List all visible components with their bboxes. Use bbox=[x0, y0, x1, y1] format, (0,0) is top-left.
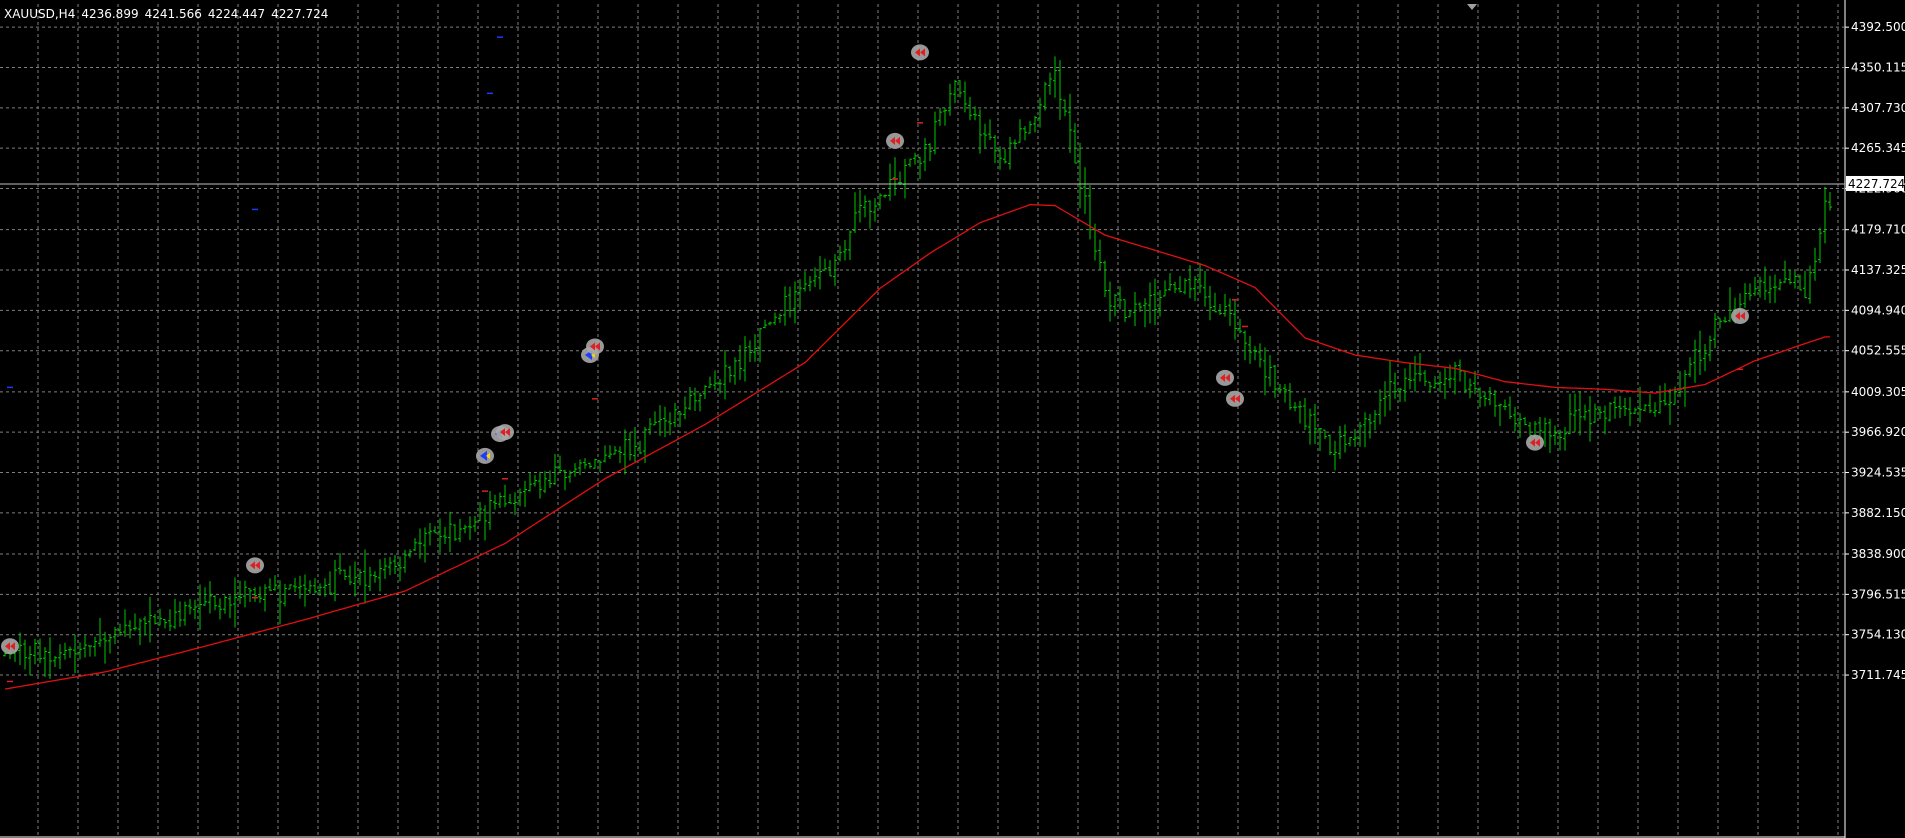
tick-label: 3711.745 bbox=[1851, 668, 1905, 682]
tick-label: 4392.500 bbox=[1851, 20, 1905, 34]
tick-label: 4009.305 bbox=[1851, 385, 1905, 399]
price-chart[interactable]: 4392.5004350.1154307.7304265.3454222.960… bbox=[0, 0, 1905, 838]
open-value: 4236.899 bbox=[81, 7, 139, 21]
tick-label: 3924.535 bbox=[1851, 466, 1905, 480]
symbol-header: XAUUSD,H4 4236.899 4241.566 4224.447 4227.72… bbox=[4, 7, 334, 21]
sell-signal-icon bbox=[246, 557, 264, 574]
tick-label: 3796.515 bbox=[1851, 587, 1905, 601]
tick-label: 4307.730 bbox=[1851, 101, 1905, 115]
tick-label: 4265.345 bbox=[1851, 141, 1905, 155]
sell-signal-icon bbox=[886, 132, 904, 149]
tick-label: 4052.555 bbox=[1851, 344, 1905, 358]
sell-signal-icon bbox=[1731, 308, 1749, 325]
tick-label: 4179.710 bbox=[1851, 223, 1905, 237]
tick-label: 3966.920 bbox=[1851, 425, 1905, 439]
sell-signal-icon bbox=[911, 44, 929, 61]
tick-label: 3838.900 bbox=[1851, 547, 1905, 561]
sell-signal-icon bbox=[586, 338, 604, 355]
chart-background bbox=[0, 0, 1905, 838]
low-value: 4224.447 bbox=[207, 7, 266, 21]
tick-label: 4094.940 bbox=[1851, 303, 1905, 317]
tick-label: 3754.130 bbox=[1851, 628, 1905, 642]
tick-label: 4137.325 bbox=[1851, 263, 1905, 277]
sell-signal-icon bbox=[496, 424, 514, 441]
sell-signal-icon bbox=[1, 638, 19, 655]
sell-signal-icon bbox=[1216, 369, 1234, 386]
sell-signal-icon bbox=[1526, 434, 1544, 451]
tick-label: 4350.115 bbox=[1851, 61, 1905, 75]
symbol-label: XAUUSD,H4 bbox=[4, 7, 76, 21]
close-value: 4227.724 bbox=[271, 7, 329, 21]
high-value: 4241.566 bbox=[144, 7, 202, 21]
current-price-value: 4227.724 bbox=[1848, 177, 1905, 191]
sell-signal-icon bbox=[1226, 390, 1244, 407]
buy-signal-icon bbox=[476, 447, 494, 464]
tick-label: 3882.150 bbox=[1851, 506, 1905, 520]
